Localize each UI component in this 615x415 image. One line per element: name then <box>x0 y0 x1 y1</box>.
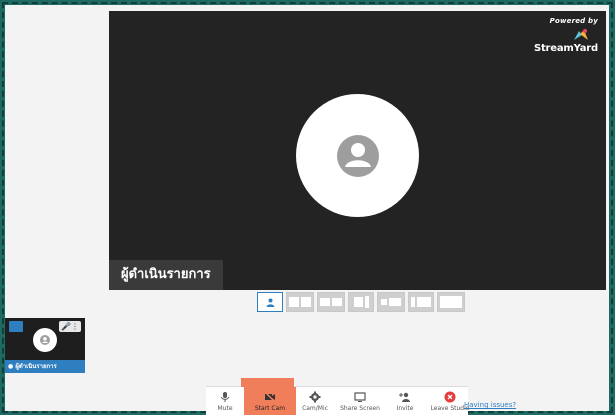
powered-by-text: Powered by <box>549 17 598 25</box>
layout-cell <box>389 298 401 306</box>
person-icon: ● <box>8 363 14 370</box>
layout-sidebar-button[interactable] <box>348 292 374 312</box>
monitor-icon <box>354 392 366 402</box>
layout-cell <box>289 297 299 307</box>
layout-cell <box>320 298 330 306</box>
layout-cell <box>440 296 462 308</box>
mute-label: Mute <box>217 405 233 412</box>
invite-label: Invite <box>396 405 414 412</box>
start-cam-label: Start Cam <box>254 405 286 412</box>
add-user-icon <box>399 392 410 402</box>
start-cam-button[interactable]: Start Cam <box>241 378 296 415</box>
layout-cell <box>353 297 363 307</box>
share-screen-button[interactable]: Share Screen <box>334 387 386 415</box>
stage-canvas: Powered by StreamYard ผู้ดำเนินรายการ <box>109 11 606 290</box>
layout-crop-button[interactable] <box>408 292 434 312</box>
user-avatar-icon <box>337 135 379 177</box>
cam-mic-label: Cam/Mic <box>302 405 328 412</box>
share-screen-label: Share Screen <box>340 405 380 412</box>
participant-controls[interactable]: 🎤⋮ <box>59 321 81 332</box>
having-issues-link[interactable]: Having issues? <box>464 401 516 409</box>
layout-thumbnail-button[interactable] <box>377 292 405 312</box>
layout-cell <box>301 297 311 307</box>
user-avatar-icon <box>40 335 50 345</box>
layout-solo-button[interactable] <box>257 292 283 312</box>
layout-cell <box>381 299 387 305</box>
camera-off-icon <box>264 391 276 403</box>
layout-cell <box>332 298 342 306</box>
layout-selector <box>257 292 465 314</box>
close-circle-icon <box>444 391 456 403</box>
layout-group-button[interactable] <box>317 292 345 312</box>
layout-cell <box>411 297 415 307</box>
microphone-icon[interactable]: 🎤 <box>61 322 71 331</box>
studio-app: Powered by StreamYard ผู้ดำเนินรายการ 🎤⋮… <box>5 5 609 415</box>
participant-name: ● ผู้ดำเนินรายการ <box>5 360 85 373</box>
person-icon <box>266 298 274 307</box>
more-icon[interactable]: ⋮ <box>71 322 79 331</box>
participant-avatar <box>33 328 57 352</box>
gear-icon <box>309 391 321 403</box>
speaker-avatar <box>296 94 419 217</box>
invite-button[interactable]: Invite <box>386 387 424 415</box>
layout-cell <box>417 297 431 307</box>
cam-mic-settings-button[interactable]: Cam/Mic <box>296 387 334 415</box>
layout-fullscreen-button[interactable] <box>437 292 465 312</box>
microphone-icon <box>221 392 229 402</box>
on-stage-badge <box>9 321 23 332</box>
layout-cell <box>364 296 369 308</box>
streamyard-logo-icon <box>574 29 588 40</box>
brand-watermark: Powered by StreamYard <box>534 17 598 54</box>
studio-toolbar: Mute Start Cam Cam/Mic Share Screen Invi… <box>206 378 469 415</box>
participant-name-label: ผู้ดำเนินรายการ <box>15 363 57 370</box>
speaker-name-tag: ผู้ดำเนินรายการ <box>109 260 223 290</box>
brand-name: StreamYard <box>533 43 598 54</box>
layout-split-button[interactable] <box>286 292 314 312</box>
mute-button[interactable]: Mute <box>206 387 244 415</box>
